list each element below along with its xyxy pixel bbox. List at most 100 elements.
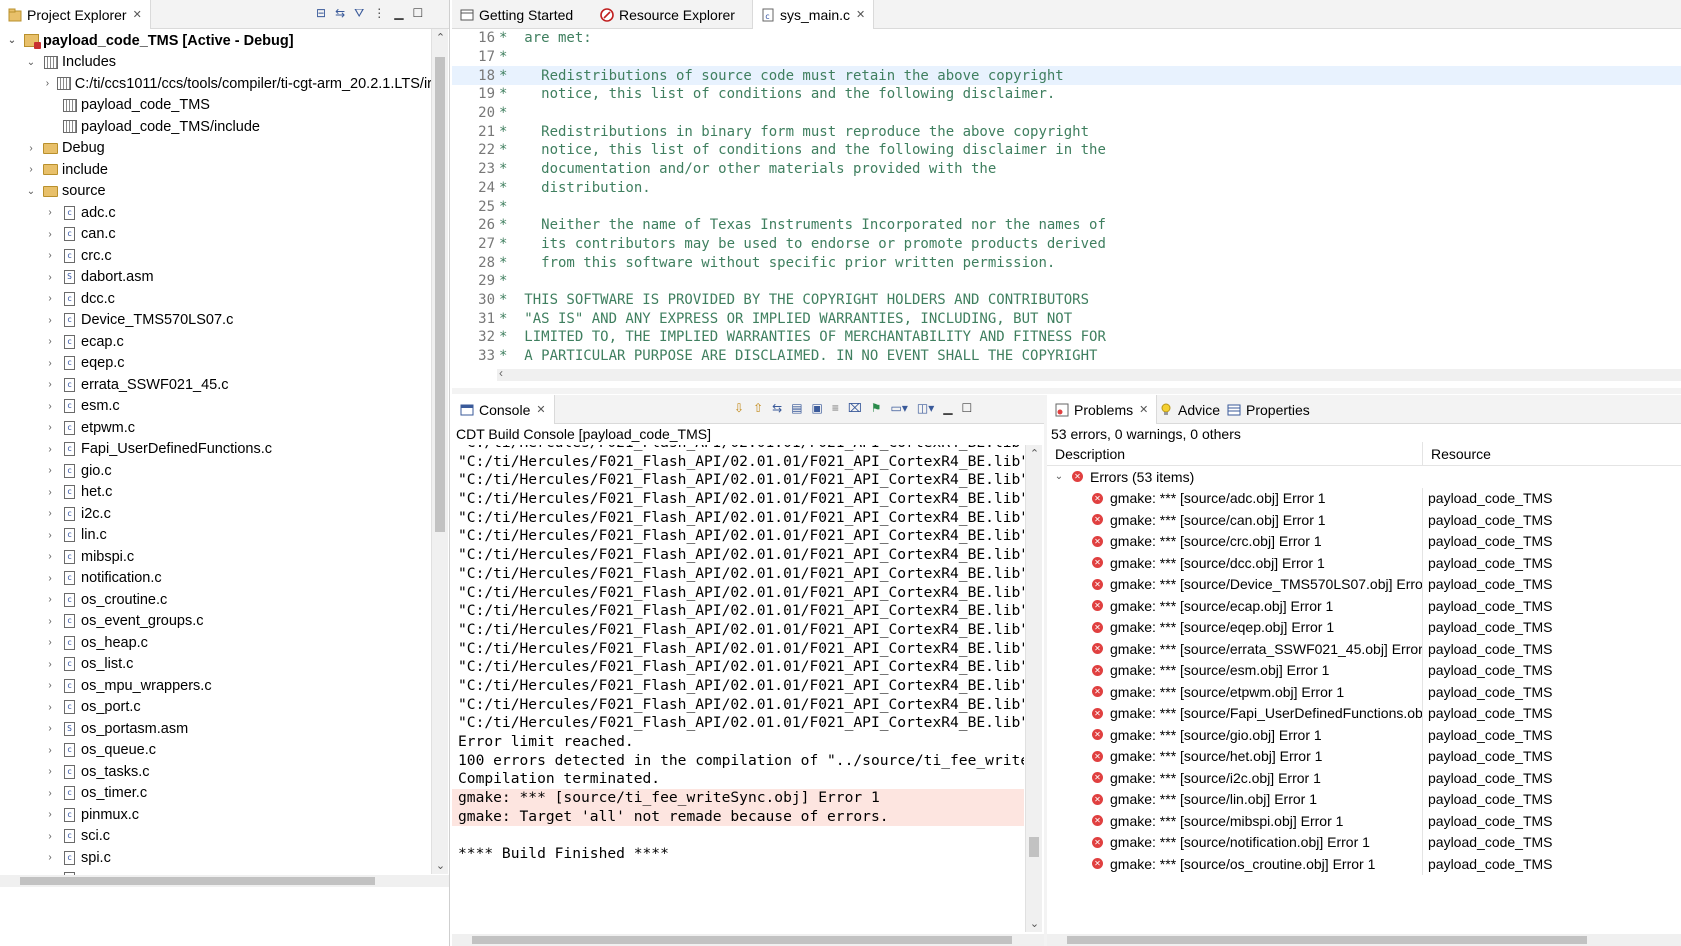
tree-item[interactable]: ⌄ source bbox=[0, 181, 432, 203]
tree-item[interactable]: › c sci.c bbox=[0, 826, 432, 848]
tab-console[interactable]: Console ✕ bbox=[452, 395, 555, 424]
close-icon[interactable]: ✕ bbox=[536, 403, 545, 416]
tree-item[interactable]: › c lin.c bbox=[0, 525, 432, 547]
clear-console-icon[interactable]: ⌧ bbox=[848, 401, 862, 415]
tree-item[interactable]: › c os_croutine.c bbox=[0, 589, 432, 611]
maximize-icon[interactable]: ☐ bbox=[961, 401, 972, 415]
chevron-right-icon[interactable]: › bbox=[44, 422, 56, 433]
scroll-thumb[interactable] bbox=[1067, 936, 1587, 944]
chevron-right-icon[interactable]: › bbox=[44, 315, 56, 326]
code-line[interactable]: 20 * bbox=[452, 104, 1681, 123]
code-line[interactable]: 18 * Redistributions of source code must … bbox=[452, 66, 1681, 86]
console-output[interactable]: "C:/ti/Hercules/F021_Flash_API/02.01.01/… bbox=[452, 445, 1024, 932]
problem-row[interactable]: ✕ gmake: *** [source/errata_SSWF021_45.ob… bbox=[1047, 638, 1681, 660]
chevron-right-icon[interactable]: › bbox=[44, 530, 56, 541]
chevron-right-icon[interactable]: › bbox=[44, 250, 56, 261]
chevron-right-icon[interactable]: › bbox=[44, 336, 56, 347]
tree-item[interactable]: ⌄ Includes bbox=[0, 52, 432, 74]
problem-row[interactable]: ✕ gmake: *** [source/can.obj] Error 1 payl… bbox=[1047, 509, 1681, 531]
tree-item[interactable]: › c esm.c bbox=[0, 396, 432, 418]
tab-properties[interactable]: Properties bbox=[1219, 395, 1318, 424]
tree-item[interactable]: › c os_list.c bbox=[0, 654, 432, 676]
code-line[interactable]: 21 * Redistributions in binary form must … bbox=[452, 122, 1681, 141]
code-line[interactable]: 22 * notice, this list of conditions and … bbox=[452, 141, 1681, 160]
tree-item[interactable]: › Sos_portasm.asm bbox=[0, 718, 432, 740]
chevron-right-icon[interactable]: › bbox=[44, 551, 56, 562]
tree-item[interactable]: › C:/ti/ccs1011/ccs/tools/compiler/ti-cgt… bbox=[0, 73, 432, 95]
code-line[interactable]: 33 * A PARTICULAR PURPOSE ARE DISCLAIMED.… bbox=[452, 347, 1681, 366]
link-with-editor-icon[interactable]: ⇆ bbox=[335, 6, 345, 21]
tree-item[interactable]: › c notification.c bbox=[0, 568, 432, 590]
editor-horizontal-scrollbar[interactable]: ‹ bbox=[497, 366, 1681, 381]
tree-item[interactable]: ⌄ payload_code_TMS [Active - Debug] bbox=[0, 30, 432, 52]
tree-item[interactable]: › Debug bbox=[0, 138, 432, 160]
chevron-right-icon[interactable]: › bbox=[44, 293, 56, 304]
tree-item[interactable]: › c mibspi.c bbox=[0, 546, 432, 568]
scroll-up-icon[interactable]: ⌃ bbox=[432, 31, 449, 44]
tree-item[interactable]: › c os_event_groups.c bbox=[0, 611, 432, 633]
problems-horizontal-scrollbar[interactable] bbox=[1047, 934, 1681, 946]
chevron-right-icon[interactable]: › bbox=[44, 809, 56, 820]
tree-item[interactable]: › c ecap.c bbox=[0, 331, 432, 353]
tab-sys-main-c[interactable]: c sys_main.c ✕ bbox=[752, 0, 875, 29]
tab-advice[interactable]: Advice bbox=[1151, 395, 1228, 424]
filter-icon[interactable]: ⛛ bbox=[354, 6, 364, 21]
chevron-right-icon[interactable]: › bbox=[44, 379, 56, 390]
tree-item[interactable]: › c os_heap.c bbox=[0, 632, 432, 654]
problem-row[interactable]: ✕ gmake: *** [source/Device_TMS570LS07.ob… bbox=[1047, 573, 1681, 595]
code-line[interactable]: 16 * are met: bbox=[452, 29, 1681, 48]
tree-item[interactable]: › c gio.c bbox=[0, 460, 432, 482]
tree-item[interactable]: › Sdabort.asm bbox=[0, 267, 432, 289]
tree-item[interactable]: › include bbox=[0, 159, 432, 181]
code-line[interactable]: 29 * bbox=[452, 272, 1681, 291]
word-wrap-icon[interactable]: ≡ bbox=[832, 401, 839, 415]
collapse-all-icon[interactable]: ⊟ bbox=[316, 6, 326, 21]
chevron-down-icon[interactable]: ⌄ bbox=[6, 35, 18, 46]
tab-project-explorer[interactable]: Project Explorer ✕ bbox=[0, 0, 151, 29]
link-icon[interactable]: ⇆ bbox=[772, 401, 782, 415]
problem-row[interactable]: ✕ gmake: *** [source/adc.obj] Error 1 payl… bbox=[1047, 487, 1681, 509]
explorer-vertical-scrollbar[interactable]: ⌃ ⌄ bbox=[431, 29, 448, 874]
chevron-right-icon[interactable]: › bbox=[44, 745, 56, 756]
chevron-right-icon[interactable]: › bbox=[44, 207, 56, 218]
console-vertical-scrollbar[interactable]: ⌃ ⌄ bbox=[1025, 445, 1042, 932]
display-console-icon[interactable]: ▭▾ bbox=[890, 401, 907, 415]
tree-item[interactable]: › c os_queue.c bbox=[0, 740, 432, 762]
tree-item[interactable]: › c i2c.c bbox=[0, 503, 432, 525]
minimize-icon[interactable]: ▁ bbox=[394, 6, 403, 21]
tree-item[interactable]: › c Device_TMS570LS07.c bbox=[0, 310, 432, 332]
scroll-up-icon[interactable]: ⌃ bbox=[1026, 447, 1043, 460]
tab-getting-started[interactable]: Getting Started bbox=[452, 0, 581, 29]
code-line[interactable]: 17 * bbox=[452, 48, 1681, 67]
panel-divider[interactable] bbox=[452, 388, 1681, 394]
maximize-icon[interactable]: ☐ bbox=[412, 6, 423, 21]
scroll-thumb[interactable] bbox=[435, 57, 445, 532]
problem-row[interactable]: ✕ gmake: *** [source/crc.obj] Error 1 payl… bbox=[1047, 530, 1681, 552]
scroll-down-icon[interactable]: ⌄ bbox=[432, 859, 449, 872]
chevron-right-icon[interactable]: › bbox=[44, 272, 56, 283]
code-line[interactable]: 24 * distribution. bbox=[452, 179, 1681, 198]
scroll-lock-icon[interactable]: ▤ bbox=[791, 401, 802, 415]
code-line[interactable]: 25 * bbox=[452, 197, 1681, 216]
chevron-right-icon[interactable]: › bbox=[44, 78, 51, 89]
chevron-right-icon[interactable]: › bbox=[44, 766, 56, 777]
tree-item[interactable]: payload_code_TMS/include bbox=[0, 116, 432, 138]
tree-item[interactable]: › c adc.c bbox=[0, 202, 432, 224]
problem-row[interactable]: ✕ gmake: *** [source/mibspi.obj] Error 1 p… bbox=[1047, 810, 1681, 832]
open-console-icon[interactable]: ◫▾ bbox=[917, 401, 934, 415]
chevron-down-icon[interactable]: ⌄ bbox=[1053, 471, 1065, 482]
previous-error-icon[interactable]: ⇧ bbox=[753, 401, 763, 415]
chevron-right-icon[interactable]: › bbox=[44, 637, 56, 648]
code-line[interactable]: 32 * LIMITED TO, THE IMPLIED WARRANTIES O… bbox=[452, 328, 1681, 347]
chevron-right-icon[interactable]: › bbox=[44, 573, 56, 584]
tree-item[interactable]: › c os_timer.c bbox=[0, 783, 432, 805]
problem-row[interactable]: ✕ gmake: *** [source/het.obj] Error 1 payl… bbox=[1047, 745, 1681, 767]
problem-row[interactable]: ✕ gmake: *** [source/Fapi_UserDefinedFunc… bbox=[1047, 702, 1681, 724]
scroll-left-icon[interactable]: ‹ bbox=[499, 366, 503, 380]
code-line[interactable]: 28 * from this software without specific … bbox=[452, 253, 1681, 272]
chevron-right-icon[interactable]: › bbox=[44, 401, 56, 412]
copy-icon[interactable]: ▣ bbox=[812, 401, 823, 415]
chevron-right-icon[interactable]: › bbox=[25, 164, 37, 175]
scroll-thumb[interactable] bbox=[472, 936, 1012, 944]
tab-resource-explorer[interactable]: Resource Explorer bbox=[592, 0, 743, 29]
